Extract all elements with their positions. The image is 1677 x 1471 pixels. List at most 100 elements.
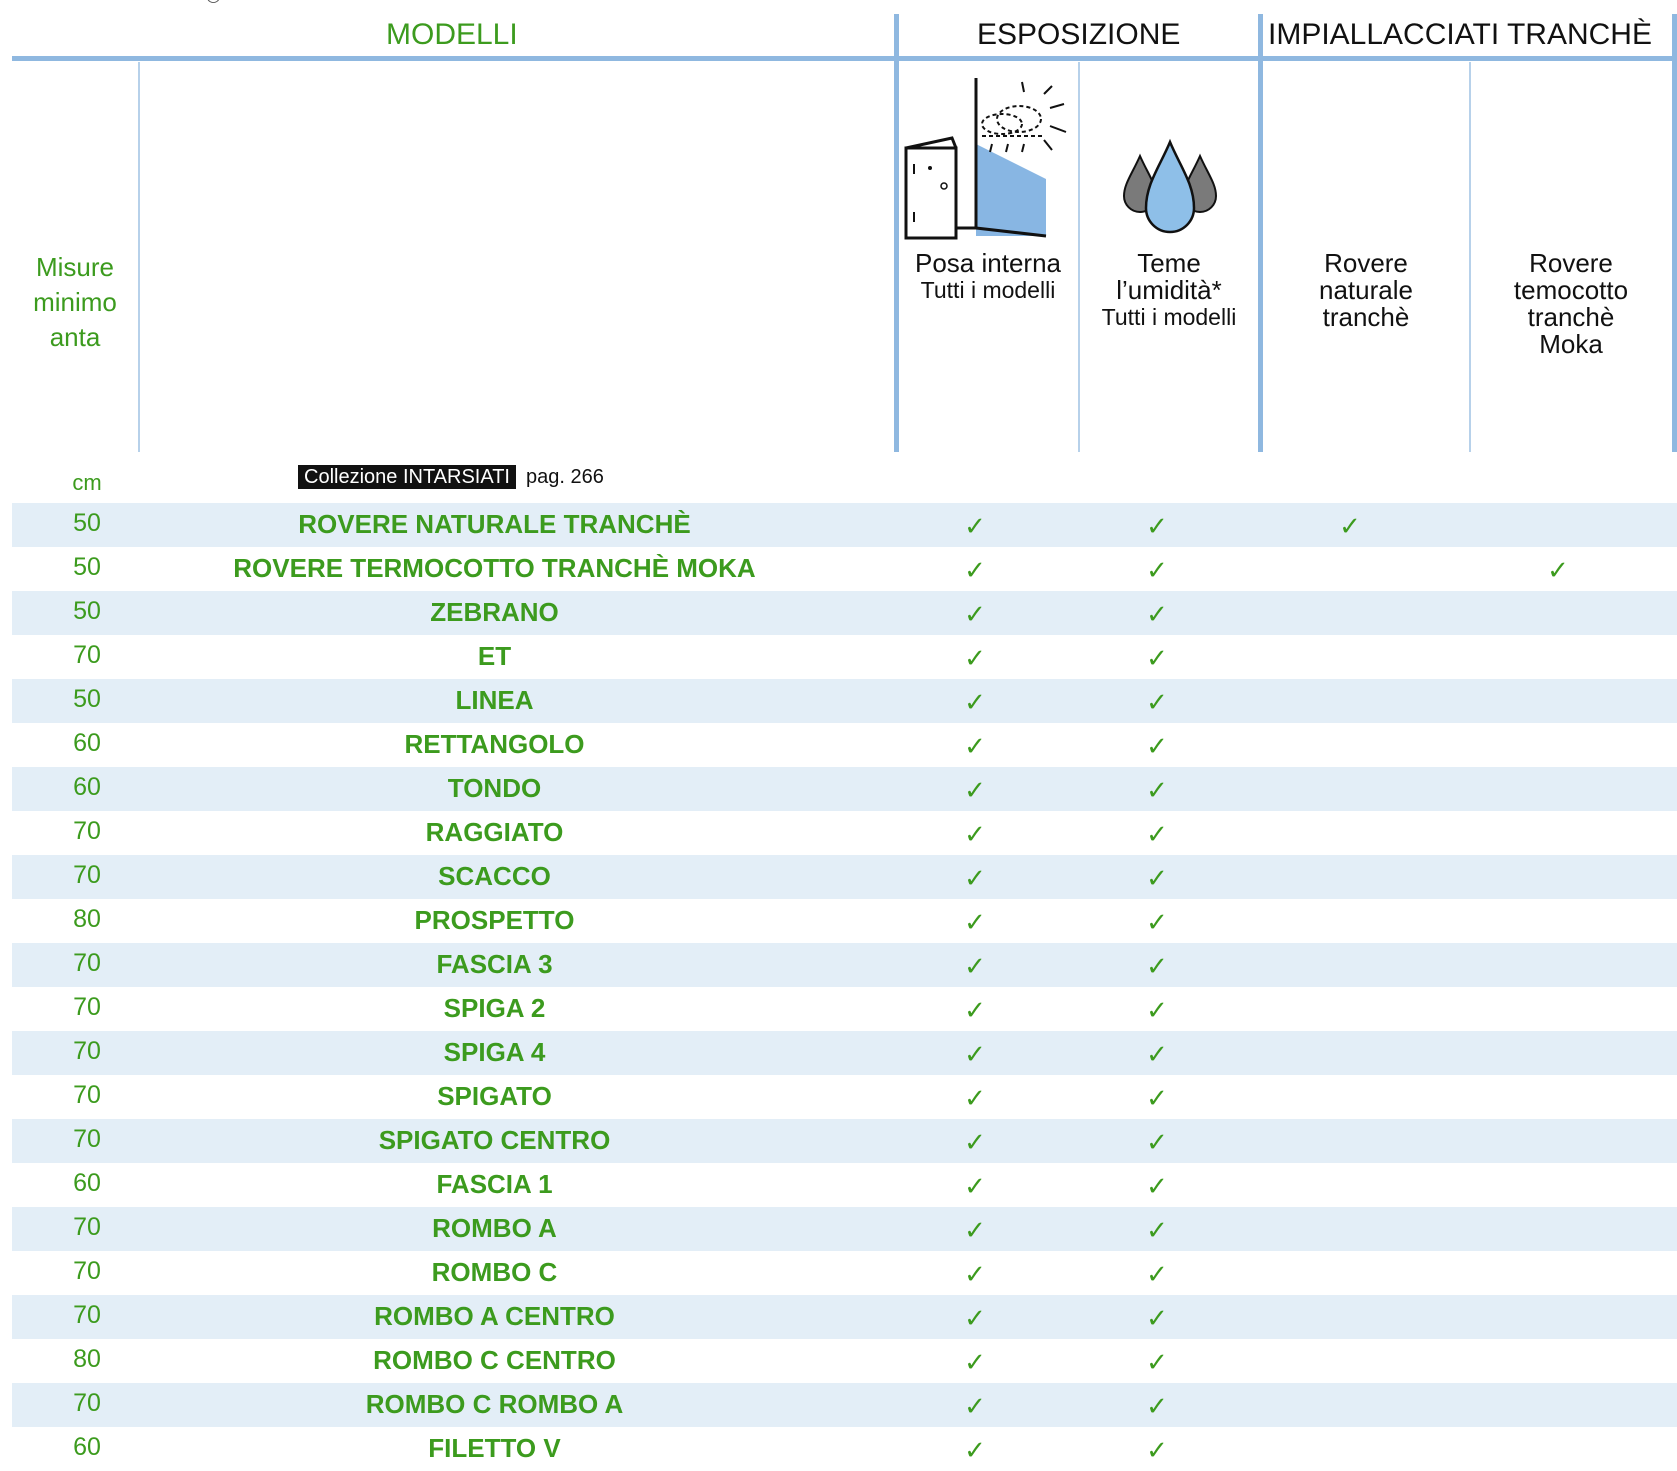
- check-icon: ✓: [964, 555, 986, 585]
- model-name-cell: ROMBO C: [431, 1257, 558, 1287]
- min-size-cell: 60: [73, 773, 101, 801]
- model-name-cell: ROMBO A: [432, 1213, 557, 1243]
- check-icon: ✓: [1146, 1391, 1168, 1421]
- check-icon: ✓: [964, 687, 986, 717]
- min-size-cell: 80: [73, 905, 101, 933]
- check-icon: ✓: [1146, 863, 1168, 893]
- header-impiallacciati: IMPIALLACCIATI TRANCHÈ: [1268, 18, 1652, 51]
- min-size-cell: 70: [73, 1037, 101, 1065]
- col-line: naturale: [1319, 275, 1413, 305]
- divider-umidita: [1078, 62, 1080, 452]
- header-rule: [12, 56, 1677, 61]
- check-icon: ✓: [1146, 511, 1168, 541]
- min-size-cell: 60: [73, 1169, 101, 1197]
- check-icon: ✓: [964, 1259, 986, 1289]
- collection-reference: Collezione INTARSIATI pag. 266: [298, 465, 604, 489]
- check-icon: ✓: [964, 951, 986, 981]
- model-name-cell: SPIGATO CENTRO: [378, 1125, 611, 1155]
- model-name-cell: ROVERE TERMOCOTTO TRANCHÈ MOKA: [233, 553, 756, 583]
- col-line: Moka: [1539, 329, 1603, 359]
- check-icon: ✓: [964, 599, 986, 629]
- model-name-cell: ET: [477, 641, 512, 671]
- divider-right: [1672, 14, 1677, 452]
- min-size-cell: 70: [73, 817, 101, 845]
- min-size-cell: 50: [73, 597, 101, 625]
- min-size-cell: 50: [73, 509, 101, 537]
- col-umidita-header: Teme l’umidità* Tutti i modelli: [1082, 250, 1256, 331]
- check-icon: ✓: [1146, 643, 1168, 673]
- door-interior-icon: [904, 78, 1067, 240]
- min-size-cell: 70: [73, 1257, 101, 1285]
- model-name-cell: TONDO: [447, 773, 542, 803]
- table-row: 70 SPIGATO ✓ ✓: [12, 1075, 1677, 1119]
- divider-esposizione: [894, 14, 899, 452]
- check-icon: ✓: [1146, 819, 1168, 849]
- check-icon: ✓: [964, 775, 986, 805]
- check-icon: ✓: [1146, 1215, 1168, 1245]
- check-icon: ✓: [1146, 687, 1168, 717]
- check-icon: ✓: [964, 1391, 986, 1421]
- check-icon: ✓: [1146, 1303, 1168, 1333]
- min-size-cell: 70: [73, 1081, 101, 1109]
- check-icon: ✓: [1146, 907, 1168, 937]
- table-row: 70 SPIGA 2 ✓ ✓: [12, 987, 1677, 1031]
- model-name-cell: SPIGATO: [437, 1081, 552, 1111]
- table-row: 80 PROSPETTO ✓ ✓: [12, 899, 1677, 943]
- table-row: 70 RAGGIATO ✓ ✓: [12, 811, 1677, 855]
- min-size-cell: 60: [73, 1433, 101, 1461]
- check-icon: ✓: [1146, 599, 1168, 629]
- col-line: Tutti i modelli: [920, 277, 1056, 303]
- table-row: 70 SPIGATO CENTRO ✓ ✓: [12, 1119, 1677, 1163]
- check-icon: ✓: [964, 819, 986, 849]
- min-size-cell: 50: [73, 685, 101, 713]
- unit-label: cm: [72, 470, 102, 495]
- min-size-cell: 70: [73, 1213, 101, 1241]
- check-icon: ✓: [1146, 1039, 1168, 1069]
- col-line: l’umidità*: [1116, 275, 1222, 305]
- model-name-cell: RETTANGOLO: [404, 729, 585, 759]
- table-row: 80 ROMBO C CENTRO ✓ ✓: [12, 1339, 1677, 1383]
- table-row: 70 ROMBO C ROMBO A ✓ ✓: [12, 1383, 1677, 1427]
- registered-mark: ®: [206, 0, 221, 9]
- check-icon: ✓: [964, 1435, 986, 1465]
- table-row: 70 ET ✓ ✓: [12, 635, 1677, 679]
- col-rovere-termocotto-header: Rovere temocotto tranchè Moka: [1472, 250, 1670, 358]
- model-name-cell: FASCIA 1: [436, 1169, 553, 1199]
- check-icon: ✓: [964, 863, 986, 893]
- check-icon: ✓: [964, 1171, 986, 1201]
- check-icon: ✓: [1146, 775, 1168, 805]
- model-name-cell: ROVERE NATURALE TRANCHÈ: [298, 509, 691, 539]
- model-name-cell: SCACCO: [438, 861, 551, 891]
- model-name-cell: SPIGA 2: [443, 993, 546, 1023]
- min-size-cell: 70: [73, 641, 101, 669]
- check-icon: ✓: [1146, 995, 1168, 1025]
- model-name-cell: SPIGA 4: [443, 1037, 546, 1067]
- model-name-cell: RAGGIATO: [425, 817, 564, 847]
- table-row: 50 ROVERE TERMOCOTTO TRANCHÈ MOKA ✓ ✓ ✓: [12, 547, 1677, 591]
- col-line: Rovere: [1324, 248, 1408, 278]
- misure-line: anta: [49, 322, 101, 352]
- check-icon: ✓: [964, 731, 986, 761]
- model-name-cell: ROMBO A CENTRO: [374, 1301, 615, 1331]
- check-icon: ✓: [964, 643, 986, 673]
- check-icon: ✓: [1146, 555, 1168, 585]
- col-line: tranchè: [1322, 302, 1410, 332]
- check-icon: ✓: [964, 907, 986, 937]
- check-icon: ✓: [1146, 1127, 1168, 1157]
- table-row: 70 FASCIA 3 ✓ ✓: [12, 943, 1677, 987]
- divider-misure: [138, 62, 140, 452]
- check-icon: ✓: [964, 511, 986, 541]
- header-esposizione: ESPOSIZIONE: [977, 18, 1181, 51]
- min-size-cell: 70: [73, 949, 101, 977]
- table-row: 70 ROMBO A ✓ ✓: [12, 1207, 1677, 1251]
- check-icon: ✓: [1146, 1259, 1168, 1289]
- check-icon: ✓: [1146, 1347, 1168, 1377]
- check-icon: ✓: [1547, 555, 1569, 585]
- table-row: 60 TONDO ✓ ✓: [12, 767, 1677, 811]
- divider-impiallacciati: [1258, 14, 1263, 452]
- collection-page: pag. 266: [526, 466, 604, 488]
- table-row: 50 ROVERE NATURALE TRANCHÈ ✓ ✓ ✓: [12, 503, 1677, 547]
- model-name-cell: ZEBRANO: [430, 597, 559, 627]
- min-size-cell: 50: [73, 553, 101, 581]
- table-row: 60 RETTANGOLO ✓ ✓: [12, 723, 1677, 767]
